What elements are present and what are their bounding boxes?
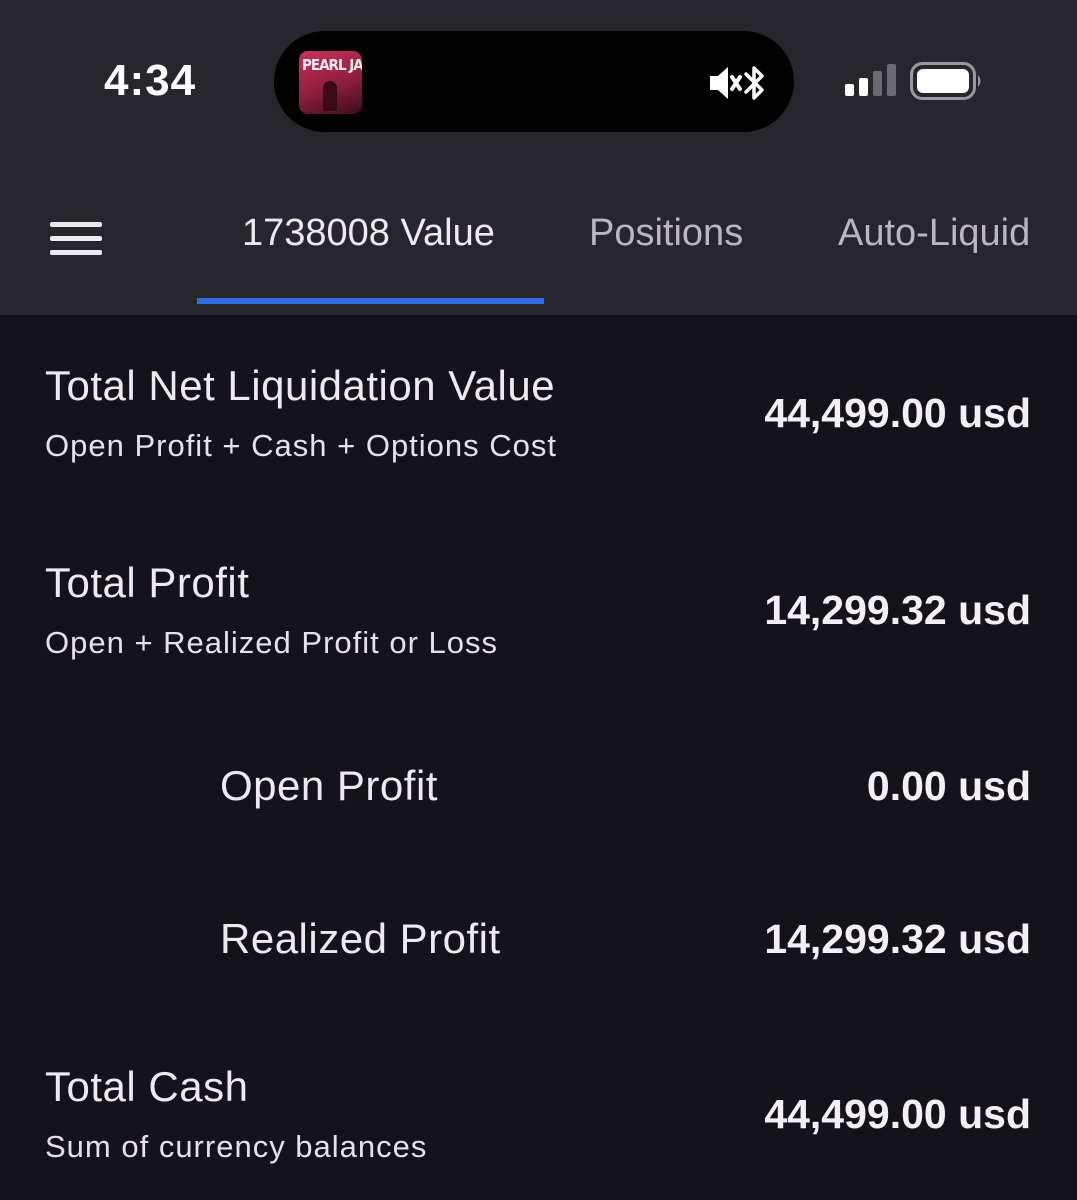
bluetooth-icon bbox=[744, 66, 764, 100]
speaker-mute-icon bbox=[710, 67, 742, 99]
realized-profit-title: Realized Profit bbox=[220, 915, 501, 962]
net-liquidation-title: Total Net Liquidation Value bbox=[45, 362, 556, 409]
tab-value[interactable]: 1738008 Value bbox=[242, 212, 495, 255]
net-liquidation-value: 44,499.00 usd bbox=[764, 390, 1031, 436]
total-cash-title: Total Cash bbox=[45, 1063, 249, 1110]
top-bar: 4:34 PEARL JAM bbox=[0, 0, 1077, 315]
album-art-figure bbox=[323, 81, 337, 111]
cellular-signal-icon bbox=[845, 64, 896, 96]
status-time: 4:34 bbox=[104, 56, 197, 105]
tab-auto-liquid[interactable]: Auto-Liquid bbox=[838, 212, 1030, 255]
total-profit-value: 14,299.32 usd bbox=[764, 587, 1031, 633]
total-cash-subtitle: Sum of currency balances bbox=[45, 1129, 428, 1164]
dynamic-island-now-playing[interactable]: PEARL JAM bbox=[274, 31, 794, 132]
tab-positions[interactable]: Positions bbox=[589, 212, 743, 255]
battery-icon bbox=[910, 62, 981, 100]
active-tab-indicator bbox=[197, 298, 544, 304]
total-cash-value: 44,499.00 usd bbox=[764, 1091, 1031, 1137]
realized-profit-value: 14,299.32 usd bbox=[764, 916, 1031, 962]
open-profit-title: Open Profit bbox=[220, 762, 438, 809]
album-art-text: PEARL JAM bbox=[302, 56, 362, 74]
album-art[interactable]: PEARL JAM bbox=[299, 51, 362, 114]
speaker-mute-bluetooth-icon bbox=[710, 66, 764, 100]
total-profit-title: Total Profit bbox=[45, 559, 250, 606]
total-profit-subtitle: Open + Realized Profit or Loss bbox=[45, 625, 499, 660]
app-screen: 4:34 PEARL JAM bbox=[0, 0, 1077, 1200]
hamburger-menu-icon[interactable] bbox=[50, 218, 104, 260]
open-profit-value: 0.00 usd bbox=[866, 763, 1031, 809]
net-liquidation-subtitle: Open Profit + Cash + Options Cost bbox=[45, 428, 558, 463]
